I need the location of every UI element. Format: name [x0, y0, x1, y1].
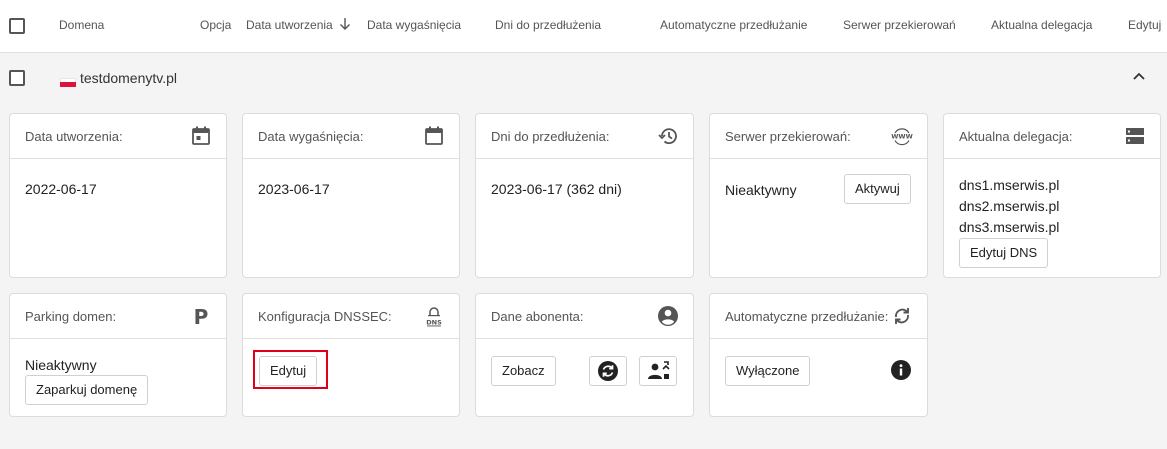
card-title: Serwer przekierowań: [725, 129, 851, 144]
edit-dns-button[interactable]: Edytuj DNS [959, 238, 1049, 268]
dns-server-3: dns3.mserwis.pl [959, 219, 1060, 235]
dns-lock-icon: DNS [426, 307, 442, 327]
card-title: Dni do przedłużenia: [491, 129, 610, 144]
transfer-owner-button[interactable] [639, 356, 677, 386]
server-icon [1126, 128, 1144, 144]
card-title: Konfiguracja DNSSEC: [258, 309, 392, 324]
column-option[interactable]: Opcja [200, 18, 231, 32]
card-header: Dni do przedłużenia: [476, 114, 693, 159]
column-days[interactable]: Dni do przedłużenia [495, 18, 601, 32]
column-created[interactable]: Data utworzenia [246, 18, 333, 32]
auto-renew-toggle-button[interactable]: Wyłączone [725, 356, 811, 386]
chevron-up-icon[interactable] [1132, 71, 1146, 81]
card-header: Automatyczne przedłużanie: [710, 294, 927, 339]
sort-descending-icon[interactable] [339, 17, 351, 31]
card-subscriber: Dane abonenta: Zobacz [475, 293, 694, 417]
park-domain-button[interactable]: Zaparkuj domenę [25, 375, 149, 405]
poland-flag-icon [60, 78, 76, 87]
card-title: Aktualna delegacja: [959, 129, 1073, 144]
column-auto-renew[interactable]: Automatyczne przedłużanie [660, 18, 807, 32]
card-title: Automatyczne przedłużanie: [725, 309, 889, 324]
days-to-renewal-value: 2023-06-17 (362 dni) [491, 181, 622, 197]
info-icon[interactable] [890, 359, 912, 381]
svg-text:P: P [194, 305, 209, 327]
www-icon: WWW [891, 128, 913, 146]
column-redirect[interactable]: Serwer przekierowań [843, 18, 956, 32]
card-parking: Parking domen: P Nieaktywny Zaparkuj dom… [9, 293, 227, 417]
account-switch-icon [648, 361, 670, 379]
card-header: Data utworzenia: [10, 114, 226, 159]
card-title: Data utworzenia: [25, 129, 123, 144]
column-edit[interactable]: Edytuj [1128, 18, 1161, 32]
card-header: Aktualna delegacja: [944, 114, 1160, 159]
domain-name[interactable]: testdomenytv.pl [80, 70, 177, 86]
card-redirect: Serwer przekierowań: WWW Nieaktywny Akty… [709, 113, 928, 278]
svg-text:WWW: WWW [891, 133, 913, 141]
dns-server-1: dns1.mserwis.pl [959, 177, 1060, 193]
column-domain[interactable]: Domena [59, 18, 104, 32]
calendar-icon [192, 126, 210, 145]
card-title: Parking domen: [25, 309, 117, 324]
parking-icon: P [194, 305, 209, 327]
account-circle-icon [658, 306, 678, 326]
select-all-checkbox[interactable] [9, 18, 25, 34]
card-header: Parking domen: P [10, 294, 226, 339]
created-date-value: 2022-06-17 [25, 181, 97, 197]
refresh-subscriber-button[interactable] [589, 356, 627, 386]
domain-row-checkbox[interactable] [9, 70, 25, 86]
expires-date-value: 2023-06-17 [258, 181, 330, 197]
card-created: Data utworzenia: 2022-06-17 [9, 113, 227, 278]
card-days: Dni do przedłużenia: 2023-06-17 (362 dni… [475, 113, 694, 278]
activate-redirect-button[interactable]: Aktywuj [844, 174, 911, 204]
card-header: Serwer przekierowań: WWW [710, 114, 927, 159]
card-delegation: Aktualna delegacja: dns1.mserwis.pl dns2… [943, 113, 1161, 278]
redirect-status-value: Nieaktywny [725, 182, 797, 198]
sync-icon [895, 308, 909, 324]
calendar-blank-icon [425, 126, 443, 145]
column-expires[interactable]: Data wygaśnięcia [367, 18, 461, 32]
table-header: Domena Opcja Data utworzenia Data wygaśn… [0, 0, 1167, 53]
card-header: Data wygaśnięcia: [243, 114, 459, 159]
card-header: Dane abonenta: [476, 294, 693, 339]
card-title: Data wygaśnięcia: [258, 129, 364, 144]
card-dnssec: Konfiguracja DNSSEC: DNS Edytuj [242, 293, 460, 417]
history-icon [658, 128, 677, 145]
edit-dnssec-button[interactable]: Edytuj [259, 356, 318, 386]
parking-status-value: Nieaktywny [25, 357, 97, 373]
card-title: Dane abonenta: [491, 309, 584, 324]
refresh-circle-icon [598, 361, 618, 381]
dns-server-2: dns2.mserwis.pl [959, 198, 1060, 214]
card-header: Konfiguracja DNSSEC: DNS [243, 294, 459, 339]
card-auto-renew: Automatyczne przedłużanie: Wyłączone [709, 293, 928, 417]
card-expires: Data wygaśnięcia: 2023-06-17 [242, 113, 460, 278]
svg-text:DNS: DNS [426, 319, 442, 327]
view-subscriber-button[interactable]: Zobacz [491, 356, 556, 386]
column-delegation[interactable]: Aktualna delegacja [991, 18, 1092, 32]
